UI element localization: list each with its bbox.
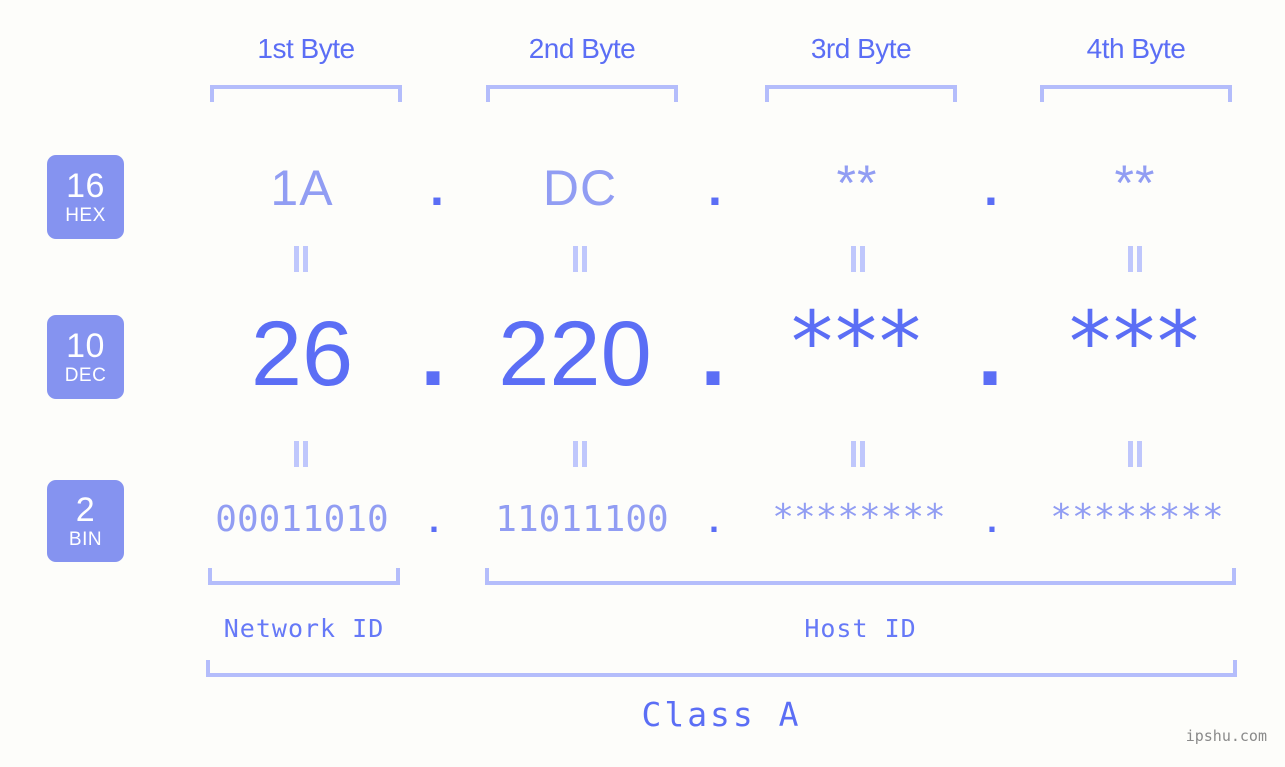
site-watermark: ipshu.com [1185,727,1267,745]
byte-header-3: 3rd Byte [810,33,912,64]
class-label: Class A [641,695,802,734]
base-badge-bin-number: 2 [75,491,96,529]
base-badge-hex-number: 16 [66,167,105,205]
ip-address-breakdown-diagram: 1st Byte 2nd Byte 3rd Byte 4th Byte 16 H… [0,0,1285,767]
hex-byte-1: 1A [270,160,334,216]
byte-bracket-3 [765,85,957,102]
network-id-label: Network ID [223,614,385,643]
byte-bracket-1 [210,85,402,102]
host-id-bracket [485,568,1236,585]
class-bracket [206,660,1237,677]
byte-header-2: 2nd Byte [528,33,636,64]
equals-icon-dec-bin-1 [293,441,309,467]
hex-dot-3: . [984,160,998,216]
base-badge-hex-name: HEX [65,205,106,226]
equals-icon-dec-bin-2 [572,441,588,467]
byte-bracket-2 [486,85,678,102]
equals-icon-hex-dec-1 [293,246,309,272]
bin-dot-2: . [708,499,719,540]
dec-dot-2: . [700,303,726,405]
bin-byte-2: 11011100 [495,499,669,540]
dec-dot-3: . [977,303,1003,405]
base-badge-dec-number: 10 [66,327,105,365]
bin-byte-3: ******** [772,497,946,538]
base-badge-dec: 10 DEC [47,315,124,399]
byte-header-4: 4th Byte [1086,33,1186,64]
hex-dot-2: . [708,160,722,216]
dec-byte-2: 220 [498,303,652,405]
dec-byte-1: 26 [250,303,354,405]
equals-icon-hex-dec-3 [850,246,866,272]
hex-dot-1: . [430,160,444,216]
equals-icon-hex-dec-4 [1127,246,1143,272]
base-badge-dec-name: DEC [64,365,107,386]
base-badge-hex: 16 HEX [47,155,124,239]
equals-icon-dec-bin-4 [1127,441,1143,467]
network-id-bracket [208,568,400,585]
host-id-label: Host ID [804,614,917,643]
hex-byte-3: ** [836,155,878,211]
dec-dot-1: . [420,303,446,405]
byte-bracket-4 [1040,85,1232,102]
bin-dot-3: . [986,499,997,540]
base-badge-bin-name: BIN [68,529,103,550]
hex-byte-2: DC [542,160,618,216]
dec-byte-4: *** [1069,293,1201,391]
dec-byte-3: *** [791,293,923,391]
equals-icon-dec-bin-3 [850,441,866,467]
bin-byte-1: 00011010 [215,499,389,540]
byte-header-1: 1st Byte [257,33,355,64]
equals-icon-hex-dec-2 [572,246,588,272]
base-badge-bin: 2 BIN [47,480,124,562]
bin-byte-4: ******** [1050,497,1224,538]
hex-byte-4: ** [1114,155,1156,211]
bin-dot-1: . [428,499,439,540]
